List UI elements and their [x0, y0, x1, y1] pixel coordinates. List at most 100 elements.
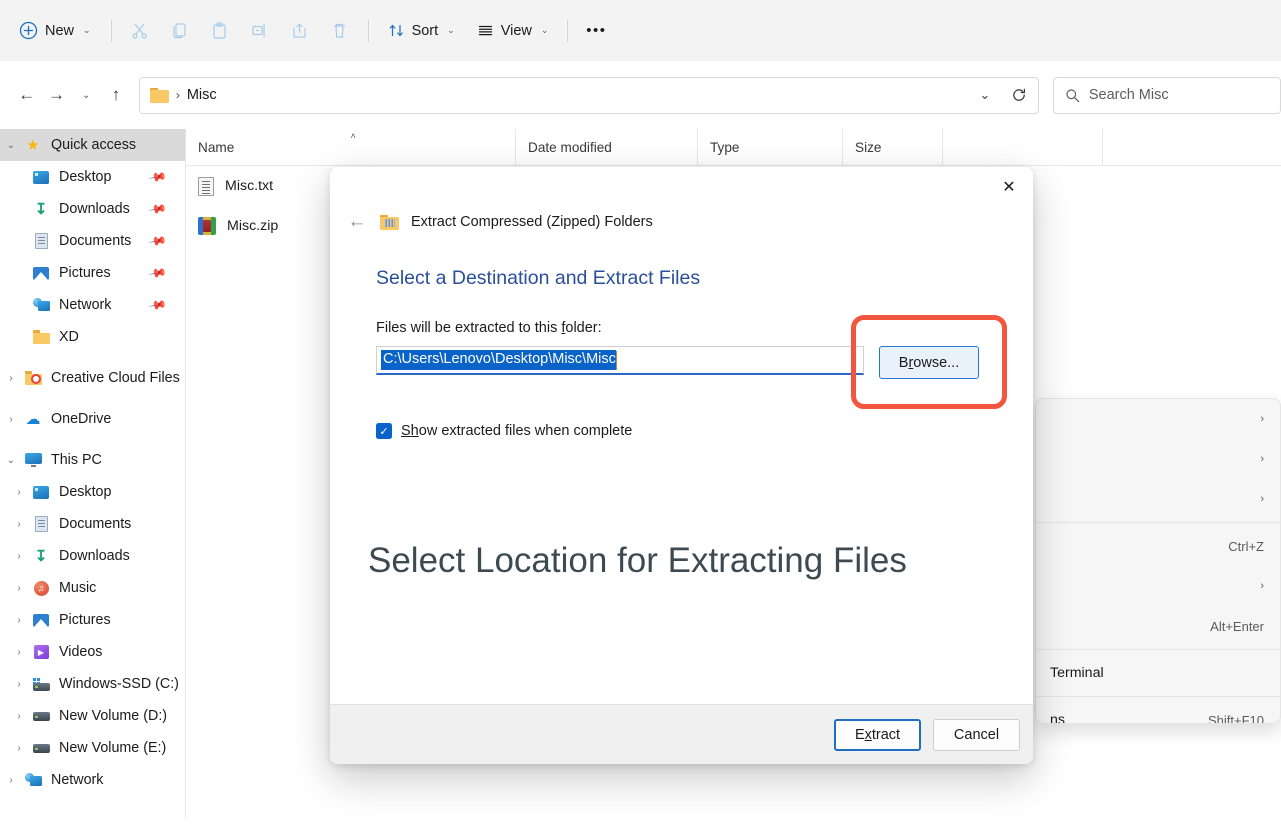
- file-explorer-window: New ⌄: [0, 0, 1281, 829]
- sidebar-group-gap: [0, 394, 185, 403]
- recent-locations-button[interactable]: ⌄: [71, 80, 101, 110]
- sidebar-item-videos[interactable]: ›▶Videos: [0, 636, 185, 668]
- pin-icon: 📌: [147, 231, 167, 251]
- expander-icon[interactable]: ⌄: [0, 140, 22, 151]
- expander-icon[interactable]: ›: [8, 711, 30, 722]
- navigation-pane[interactable]: ⌄★Quick accessDesktop📌↧Downloads📌Documen…: [0, 129, 186, 819]
- column-header-name[interactable]: Name˄: [186, 129, 516, 166]
- context-menu-item[interactable]: nsShift+F10: [1036, 700, 1280, 724]
- sidebar-item-documents[interactable]: Documents📌: [0, 225, 185, 257]
- text-file-icon: [198, 177, 214, 196]
- breadcrumb[interactable]: Misc: [187, 87, 217, 103]
- sidebar-item-network[interactable]: ›Network: [0, 764, 185, 796]
- expander-icon[interactable]: ›: [8, 519, 30, 530]
- context-menu-item[interactable]: Terminal: [1036, 653, 1280, 693]
- context-menu-item[interactable]: Ctrl+Z: [1036, 526, 1280, 566]
- destination-path-input[interactable]: C:\Users\Lenovo\Desktop\Misc\Misc: [376, 346, 864, 375]
- expander-icon[interactable]: ›: [8, 679, 30, 690]
- sidebar-item-creative-cloud-files[interactable]: ›Creative Cloud Files: [0, 362, 185, 394]
- sidebar-item-network[interactable]: Network📌: [0, 289, 185, 321]
- expander-icon[interactable]: ›: [8, 647, 30, 658]
- up-button[interactable]: ↑: [101, 80, 131, 110]
- expander-icon[interactable]: ⌄: [0, 455, 22, 466]
- search-input-placeholder[interactable]: Search Misc: [1089, 87, 1169, 103]
- sidebar-item-documents[interactable]: › Documents: [0, 508, 185, 540]
- search-box[interactable]: Search Misc: [1053, 77, 1281, 114]
- desktop-icon: [33, 171, 49, 184]
- expander-icon[interactable]: ›: [8, 583, 30, 594]
- context-menu-item[interactable]: ›: [1036, 479, 1280, 519]
- column-header-date-modified[interactable]: Date modified: [516, 129, 698, 166]
- sidebar-item-windows-ssd-c[interactable]: ›Windows-SSD (C:): [0, 668, 185, 700]
- sidebar-item-new-volume-d[interactable]: ›New Volume (D:): [0, 700, 185, 732]
- browse-button[interactable]: Browse...: [879, 346, 979, 379]
- show-extracted-row[interactable]: ✓ Show extracted files when complete: [376, 423, 1033, 439]
- sidebar-item-new-volume-e[interactable]: ›New Volume (E:): [0, 732, 185, 764]
- column-header-type[interactable]: Type: [698, 129, 843, 166]
- column-headers: Name˄Date modifiedTypeSize: [186, 129, 1281, 166]
- expander-icon[interactable]: ›: [8, 487, 30, 498]
- refresh-icon[interactable]: [1002, 78, 1036, 113]
- back-icon[interactable]: ←: [346, 211, 368, 233]
- sidebar-item-label: Documents: [59, 516, 131, 532]
- expander-icon[interactable]: ›: [0, 414, 22, 425]
- extract-button[interactable]: Extract: [834, 719, 921, 751]
- sidebar-item-downloads[interactable]: ›↧Downloads: [0, 540, 185, 572]
- sort-button[interactable]: Sort ⌄: [377, 14, 466, 48]
- expander-icon[interactable]: ›: [8, 551, 30, 562]
- sort-icon: [388, 22, 405, 39]
- expander-icon[interactable]: ›: [8, 615, 30, 626]
- close-icon[interactable]: ✕: [985, 167, 1033, 207]
- sidebar-item-xd[interactable]: XD: [0, 321, 185, 353]
- address-bar[interactable]: › Misc ⌄: [139, 77, 1039, 114]
- forward-button[interactable]: →: [42, 80, 72, 110]
- browse-label-part2: owse...: [913, 355, 959, 371]
- sidebar-item-desktop[interactable]: ›Desktop: [0, 476, 185, 508]
- new-button[interactable]: New ⌄: [10, 14, 103, 48]
- delete-button[interactable]: [320, 14, 360, 48]
- search-icon: [1065, 88, 1080, 103]
- context-menu-item[interactable]: ›: [1036, 566, 1280, 606]
- column-header-blank[interactable]: [943, 129, 1103, 166]
- sidebar-item-onedrive[interactable]: ›☁OneDrive: [0, 403, 185, 435]
- view-button[interactable]: View ⌄: [466, 14, 560, 48]
- creative-cloud-icon: [25, 371, 42, 385]
- sidebar-item-desktop[interactable]: Desktop📌: [0, 161, 185, 193]
- pin-icon: 📌: [147, 199, 167, 219]
- chevron-down-icon: ⌄: [541, 25, 549, 36]
- sidebar-item-label: Network: [59, 297, 111, 313]
- context-menu-item[interactable]: ›: [1036, 439, 1280, 479]
- sidebar-item-downloads[interactable]: ↧Downloads📌: [0, 193, 185, 225]
- share-button[interactable]: [280, 14, 320, 48]
- context-menu-separator: [1036, 522, 1280, 523]
- dialog-header: ← Extract Compressed (Zipped) Folders: [330, 211, 1033, 233]
- destination-label-part1: Files will be extracted to this: [376, 320, 561, 336]
- rename-button[interactable]: [240, 14, 280, 48]
- context-menu[interactable]: ›››Ctrl+Z›Alt+EnterTerminalnsShift+F10: [1035, 398, 1281, 724]
- sidebar-item-this-pc[interactable]: ⌄This PC: [0, 444, 185, 476]
- expander-icon[interactable]: ›: [8, 743, 30, 754]
- destination-label-part2: older:: [565, 320, 601, 336]
- expander-icon[interactable]: ›: [0, 373, 22, 384]
- paste-button[interactable]: [200, 14, 240, 48]
- address-history-dropdown[interactable]: ⌄: [968, 78, 1002, 113]
- context-menu-item[interactable]: Alt+Enter: [1036, 606, 1280, 646]
- desktop-icon: [33, 486, 49, 499]
- cut-button[interactable]: [120, 14, 160, 48]
- expander-icon[interactable]: ›: [0, 775, 22, 786]
- toolbar-divider-1: [111, 20, 112, 42]
- network-icon: [33, 298, 50, 312]
- context-menu-item[interactable]: ›: [1036, 399, 1280, 439]
- column-header-size[interactable]: Size: [843, 129, 943, 166]
- cancel-button[interactable]: Cancel: [933, 719, 1020, 751]
- show-extracted-checkbox[interactable]: ✓: [376, 423, 392, 439]
- more-options-button[interactable]: •••: [576, 14, 616, 48]
- dialog-body: Select a Destination and Extract Files F…: [330, 267, 1033, 439]
- back-button[interactable]: ←: [12, 80, 42, 110]
- sidebar-item-label: Pictures: [59, 612, 111, 628]
- sidebar-item-pictures[interactable]: › Pictures: [0, 604, 185, 636]
- sidebar-item-music[interactable]: ›♫Music: [0, 572, 185, 604]
- sidebar-item-quick-access[interactable]: ⌄★Quick access: [0, 129, 185, 161]
- sidebar-item-pictures[interactable]: Pictures📌: [0, 257, 185, 289]
- copy-button[interactable]: [160, 14, 200, 48]
